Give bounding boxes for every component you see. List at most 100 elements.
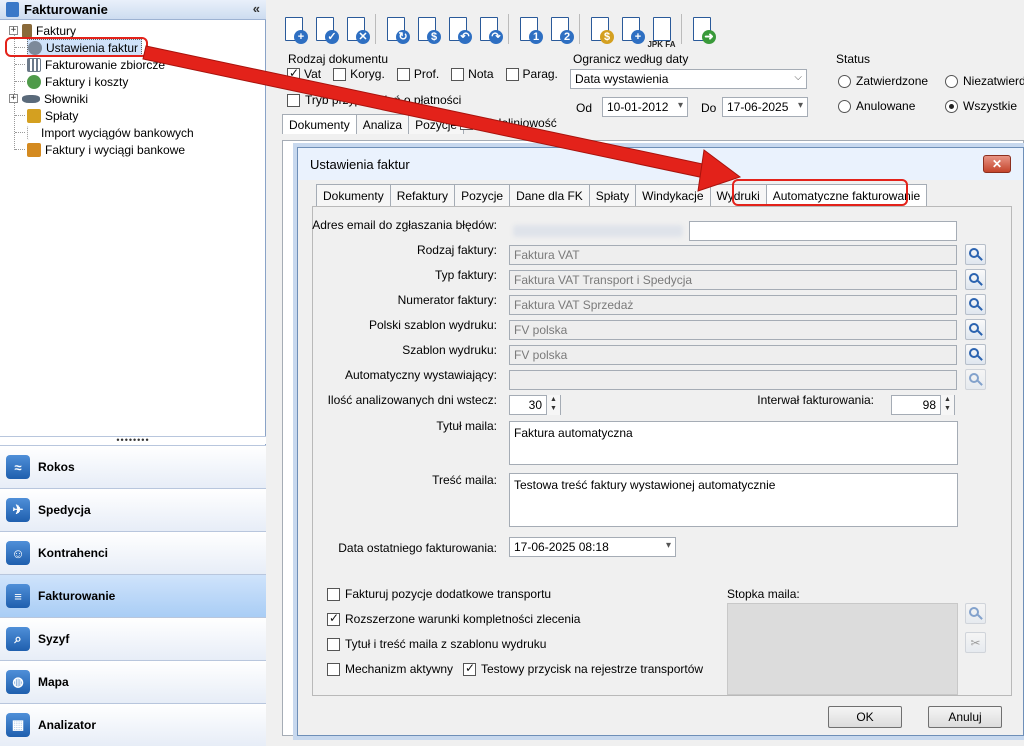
nav-button-spedycja[interactable]: ✈ Spedycja — [0, 488, 266, 531]
dialog-tab[interactable]: Dokumenty — [316, 184, 391, 206]
dialog-tab[interactable]: Windykacje — [635, 184, 711, 206]
nav-button-rokos[interactable]: ≈ Rokos — [0, 445, 266, 488]
mail-body-textarea[interactable]: Testowa treść faktury wystawionej automa… — [509, 473, 958, 527]
document-type-checkbox[interactable]: Nota — [451, 67, 494, 81]
add-document-button[interactable]: + — [278, 11, 309, 47]
delete-document-button[interactable]: ✕ — [340, 11, 371, 47]
nav-button-kontrahenci[interactable]: ☺ Kontrahenci — [0, 531, 266, 574]
tab-pozycje[interactable]: Pozycje — [408, 114, 465, 134]
cancel-button[interactable]: Anuluj — [928, 706, 1002, 728]
mechanism-active-checkbox[interactable]: Mechanizm aktywny — [327, 662, 453, 676]
collapse-panel-button[interactable]: « — [253, 1, 260, 16]
checkbox[interactable] — [287, 93, 300, 107]
mail-from-template-checkbox[interactable]: Tytuł i treść maila z szablonu wydruku — [327, 637, 546, 651]
ok-button[interactable]: OK — [828, 706, 902, 728]
dialog-tab[interactable]: Refaktury — [389, 184, 456, 206]
search-print-template-button[interactable] — [965, 344, 986, 365]
status-radio-all[interactable]: Wszystkie — [945, 99, 1017, 113]
search-polish-template-button[interactable] — [965, 319, 986, 340]
search-numerator-button[interactable] — [965, 294, 986, 315]
print-template-field[interactable]: FV polska — [509, 345, 957, 365]
export-button[interactable]: ➜ — [686, 11, 717, 47]
checkbox[interactable] — [327, 587, 340, 601]
folder-1-button[interactable]: 1 — [513, 11, 544, 47]
refresh-document-button[interactable]: ↻ — [380, 11, 411, 47]
load-footer-button[interactable] — [965, 603, 986, 624]
tree-item-faktury-i-wyciagi[interactable]: Faktury i wyciągi bankowe — [27, 141, 185, 158]
dialog-tab[interactable]: Dane dla FK — [509, 184, 590, 206]
multiline-checkbox[interactable]: Wieloliniowość — [460, 116, 557, 130]
checkbox[interactable] — [327, 611, 340, 626]
extended-completeness-checkbox[interactable]: Rozszerzone warunki kompletności zleceni… — [327, 611, 580, 626]
search-auto-issuer-button[interactable] — [965, 369, 986, 390]
days-back-spinner[interactable]: 30 ▲ ▼ — [509, 395, 561, 415]
document-type-checkbox[interactable]: Parag. — [505, 67, 558, 81]
dialog-titlebar[interactable]: Ustawienia faktur — [298, 148, 1023, 180]
undo-document-button[interactable]: ↶ — [442, 11, 473, 47]
settle-button[interactable]: + — [615, 11, 646, 47]
tree-item-faktury-i-koszty[interactable]: Faktury i koszty — [27, 73, 128, 90]
tree-item-fakturowanie-zbiorcze[interactable]: Fakturowanie zbiorcze — [27, 56, 165, 73]
invoice-type-field[interactable]: Faktura VAT Transport i Spedycja — [509, 270, 957, 290]
test-button-checkbox[interactable]: Testowy przycisk na rejestrze transportó… — [463, 661, 703, 676]
search-invoice-type-button[interactable] — [965, 269, 986, 290]
checkbox[interactable] — [463, 661, 476, 676]
radio[interactable] — [838, 99, 851, 113]
from-date-picker[interactable]: 10-01-2012 ▾ — [602, 97, 688, 117]
status-radio-cancelled[interactable]: Anulowane — [838, 99, 915, 113]
expand-icon[interactable]: + — [9, 26, 18, 35]
expand-icon[interactable]: + — [9, 94, 18, 103]
radio[interactable] — [945, 74, 958, 88]
checkbox[interactable] — [333, 67, 347, 81]
checkbox[interactable] — [327, 637, 340, 651]
polish-print-template-field[interactable]: FV polska — [509, 320, 957, 340]
print-document-button[interactable]: $ — [411, 11, 442, 47]
auto-issuer-field[interactable] — [509, 370, 957, 390]
edit-document-button[interactable]: ✓ — [309, 11, 340, 47]
checkbox[interactable] — [287, 66, 300, 81]
invoice-extra-transport-items-checkbox[interactable]: Fakturuj pozycje dodatkowe transportu — [327, 587, 551, 601]
last-invoicing-date-picker[interactable]: 17-06-2025 08:18 ▾ — [509, 537, 676, 557]
invoice-kind-field[interactable]: Faktura VAT — [509, 245, 957, 265]
checkbox[interactable] — [451, 67, 465, 81]
close-icon[interactable]: ✕ — [983, 155, 1011, 173]
radio[interactable] — [838, 74, 851, 88]
error-email-input[interactable] — [689, 221, 957, 241]
status-radio-approved[interactable]: Zatwierdzone — [838, 74, 928, 88]
checkbox[interactable] — [327, 662, 340, 676]
mail-title-textarea[interactable]: Faktura automatyczna — [509, 421, 958, 465]
radio[interactable] — [945, 99, 958, 113]
tab-analiza[interactable]: Analiza — [355, 114, 410, 134]
dialog-tab[interactable]: Pozycje — [454, 184, 511, 206]
checkbox[interactable] — [460, 116, 473, 130]
status-radio-unapproved[interactable]: Niezatwierdz — [945, 74, 1024, 88]
payment-reminder-mode-checkbox[interactable]: Tryb przypomnień o płatności — [287, 93, 461, 107]
invoicing-interval-spinner[interactable]: 98 ▲ ▼ — [891, 395, 955, 415]
checkbox[interactable] — [396, 67, 410, 81]
checkbox[interactable] — [505, 67, 519, 81]
spinner-arrows-icon[interactable]: ▲ ▼ — [940, 395, 954, 415]
clear-footer-button[interactable]: ✂ — [965, 632, 986, 653]
coins-button[interactable]: $ — [584, 11, 615, 47]
tree-item-import-wyciagow[interactable]: Import wyciągów bankowych — [27, 124, 194, 141]
redo-document-button[interactable]: ↷ — [473, 11, 504, 47]
panel-splitter-grip[interactable]: •••••••• — [0, 436, 266, 445]
invoice-numerator-field[interactable]: Faktura VAT Sprzedaż — [509, 295, 957, 315]
tree-item-splaty[interactable]: Spłaty — [27, 107, 78, 124]
tab-dokumenty[interactable]: Dokumenty — [282, 114, 357, 134]
nav-button-fakturowanie[interactable]: ≡ Fakturowanie — [0, 574, 266, 617]
nav-button-mapa[interactable]: ◍ Mapa — [0, 660, 266, 703]
nav-button-analizator[interactable]: ▦ Analizator — [0, 703, 266, 746]
to-date-picker[interactable]: 17-06-2025 ▾ — [722, 97, 808, 117]
document-type-checkbox[interactable]: Koryg. — [333, 67, 385, 81]
date-type-select[interactable]: Data wystawienia ⌵ — [570, 69, 807, 89]
search-invoice-kind-button[interactable] — [965, 244, 986, 265]
document-type-checkbox[interactable]: Vat — [287, 66, 321, 81]
tree-item-slowniki[interactable]: + Słowniki — [9, 90, 88, 107]
dialog-tab[interactable]: Spłaty — [588, 184, 637, 206]
nav-button-syzyf[interactable]: ⌕ Syzyf — [0, 617, 266, 660]
jpk-fa-button[interactable]: JPK FA — [646, 11, 677, 49]
folder-2-button[interactable]: 2 — [544, 11, 575, 47]
mail-footer-image[interactable] — [727, 603, 958, 695]
document-type-checkbox[interactable]: Prof. — [396, 67, 439, 81]
